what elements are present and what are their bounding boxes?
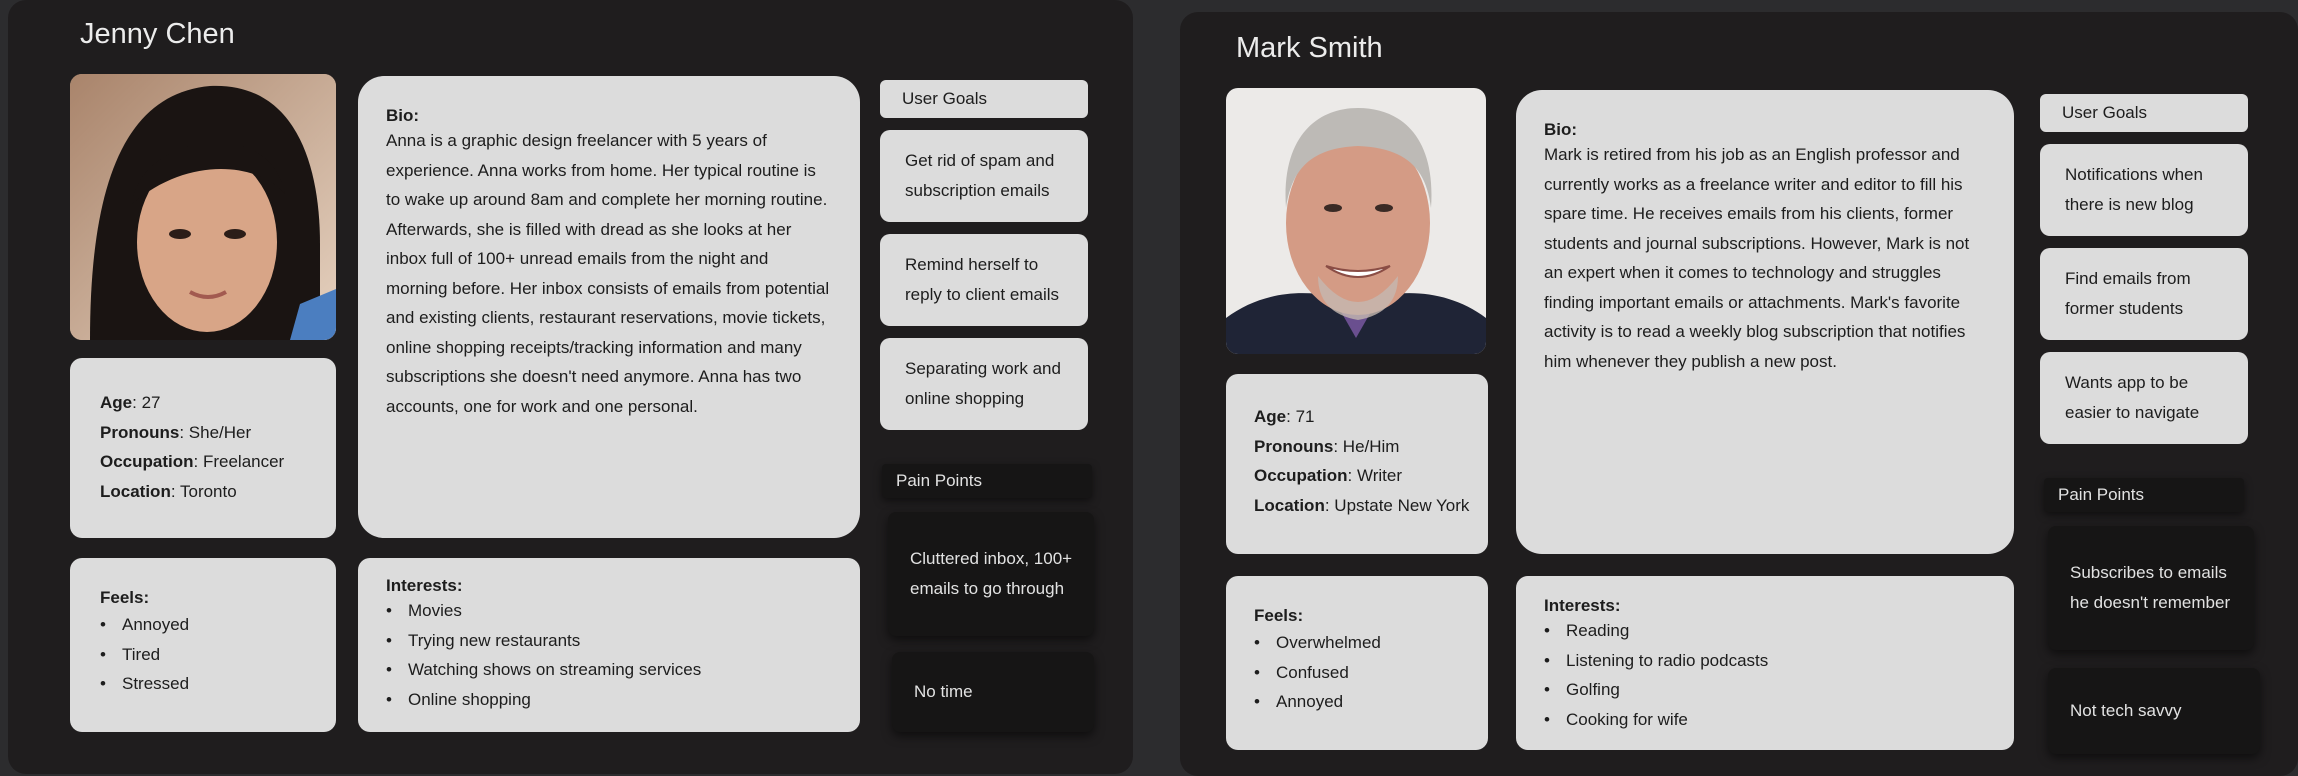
portrait-illustration xyxy=(1226,88,1486,354)
demographics-card: Age: 71 Pronouns: He/Him Occupation: Wri… xyxy=(1226,374,1488,554)
pain-point-card: No time xyxy=(892,652,1094,732)
avatar xyxy=(1226,88,1486,354)
bio-text: Mark is retired from his job as an Engli… xyxy=(1544,145,1970,371)
avatar xyxy=(70,74,336,340)
pain-point-card: Subscribes to emails he doesn't remember xyxy=(2048,526,2254,650)
goal-card: Separating work and online shopping xyxy=(880,338,1088,430)
pronouns-line: Pronouns: He/Him xyxy=(1254,436,1400,456)
goal-card: Remind herself to reply to client emails xyxy=(880,234,1088,326)
pain-points-heading: Pain Points xyxy=(882,464,1092,498)
bio-text: Anna is a graphic design freelancer with… xyxy=(386,131,830,416)
persona-card-jenny: Jenny Chen Age: 27 Pronouns: She/Her Occ… xyxy=(8,0,1133,774)
pronouns-line: Pronouns: She/Her xyxy=(100,422,252,442)
interests-list: Movies Trying new restaurants Watching s… xyxy=(386,596,860,714)
feels-card: Feels: Overwhelmed Confused Annoyed xyxy=(1226,576,1488,750)
list-item: Confused xyxy=(1254,658,1488,688)
location-line: Location: Upstate New York xyxy=(1254,495,1470,515)
pain-points-heading: Pain Points xyxy=(2044,478,2244,512)
list-item: Reading xyxy=(1544,616,2014,646)
demographics-card: Age: 27 Pronouns: She/Her Occupation: Fr… xyxy=(70,358,336,538)
pain-point-card: Not tech savvy xyxy=(2048,668,2260,754)
occupation-line: Occupation: Writer xyxy=(1254,466,1402,485)
list-item: Overwhelmed xyxy=(1254,628,1488,658)
persona-card-mark: Mark Smith Age: 71 Pronouns: He/Him Occu… xyxy=(1180,12,2298,776)
interests-card: Interests: Movies Trying new restaurants… xyxy=(358,558,860,732)
goal-card: Get rid of spam and subscription emails xyxy=(880,130,1088,222)
pain-point-card: Cluttered inbox, 100+ emails to go throu… xyxy=(888,512,1094,636)
age-line: Age: 27 xyxy=(100,393,161,412)
list-item: Annoyed xyxy=(1254,687,1488,717)
portrait-illustration xyxy=(70,74,336,340)
list-item: Stressed xyxy=(100,669,336,699)
bio-heading: Bio: xyxy=(386,106,420,125)
list-item: Trying new restaurants xyxy=(386,626,860,656)
feels-card: Feels: Annoyed Tired Stressed xyxy=(70,558,336,732)
list-item: Tired xyxy=(100,640,336,670)
list-item: Listening to radio podcasts xyxy=(1544,646,2014,676)
bio-card: Bio: Mark is retired from his job as an … xyxy=(1516,90,2014,554)
feels-list: Annoyed Tired Stressed xyxy=(100,610,336,699)
user-goals-heading: User Goals xyxy=(880,80,1088,118)
interests-heading: Interests: xyxy=(386,576,463,595)
goal-card: Wants app to be easier to navigate xyxy=(2040,352,2248,444)
list-item: Annoyed xyxy=(100,610,336,640)
feels-list: Overwhelmed Confused Annoyed xyxy=(1254,628,1488,717)
list-item: Golfing xyxy=(1544,675,2014,705)
goal-card: Notifications when there is new blog xyxy=(2040,144,2248,236)
list-item: Online shopping xyxy=(386,685,860,715)
interests-card: Interests: Reading Listening to radio po… xyxy=(1516,576,2014,750)
list-item: Cooking for wife xyxy=(1544,705,2014,735)
persona-name: Mark Smith xyxy=(1236,32,1383,64)
age-line: Age: 71 xyxy=(1254,407,1315,426)
persona-name: Jenny Chen xyxy=(80,18,235,50)
location-line: Location: Toronto xyxy=(100,481,237,501)
interests-list: Reading Listening to radio podcasts Golf… xyxy=(1544,616,2014,734)
bio-heading: Bio: xyxy=(1544,120,1578,139)
interests-heading: Interests: xyxy=(1544,596,1621,615)
feels-heading: Feels: xyxy=(1254,606,1304,625)
user-goals-heading: User Goals xyxy=(2040,94,2248,132)
list-item: Movies xyxy=(386,596,860,626)
list-item: Watching shows on streaming services xyxy=(386,655,860,685)
bio-card: Bio: Anna is a graphic design freelancer… xyxy=(358,76,860,538)
occupation-line: Occupation: Freelancer xyxy=(100,452,285,471)
feels-heading: Feels: xyxy=(100,588,150,607)
goal-card: Find emails from former students xyxy=(2040,248,2248,340)
